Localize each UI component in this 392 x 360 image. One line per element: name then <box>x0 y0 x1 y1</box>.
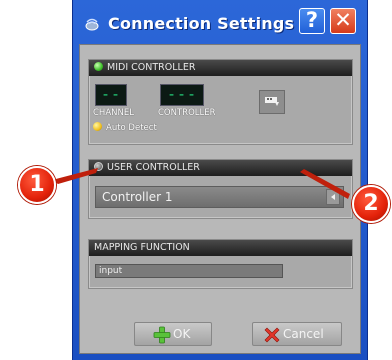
callout-2-badge: 2 <box>352 185 390 223</box>
callout-1-badge: 1 <box>18 166 56 204</box>
callout-arrows <box>52 168 350 199</box>
callout-2-arrow <box>300 169 350 199</box>
callout-1-arrow <box>52 168 98 184</box>
